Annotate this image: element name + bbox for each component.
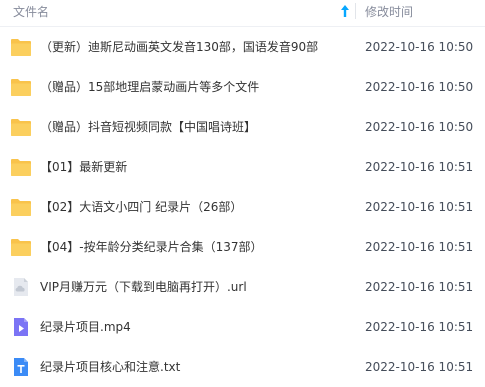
folder-icon <box>11 199 31 216</box>
folder-icon <box>11 39 31 56</box>
folder-icon <box>11 159 31 176</box>
file-modified-time: 2022-10-16 10:51 <box>365 240 474 254</box>
file-name: 【02】大语文小四门 纪录片（26部） <box>40 200 243 214</box>
file-row-video[interactable]: 纪录片项目.mp4 2022-10-16 10:51 <box>0 307 485 347</box>
file-row-url[interactable]: VIP月赚万元（下载到电脑再打开）.url 2022-10-16 10:51 <box>0 267 485 307</box>
file-modified-time: 2022-10-16 10:51 <box>365 160 474 174</box>
file-name: VIP月赚万元（下载到电脑再打开）.url <box>40 280 247 294</box>
file-name: （赠品）15部地理启蒙动画片等多个文件 <box>40 80 260 94</box>
file-modified-time: 2022-10-16 10:50 <box>365 40 474 54</box>
file-row-folder[interactable]: （更新）迪斯尼动画英文发音130部，国语发音90部 2022-10-16 10:… <box>0 27 485 67</box>
file-modified-time: 2022-10-16 10:51 <box>365 280 474 294</box>
folder-icon <box>11 79 31 96</box>
video-file-icon <box>14 318 28 336</box>
file-name: （更新）迪斯尼动画英文发音130部，国语发音90部 <box>40 40 319 54</box>
file-modified-time: 2022-10-16 10:51 <box>365 360 474 374</box>
file-row-folder[interactable]: （赠品）抖音短视频同款【中国唱诗班】 2022-10-16 10:50 <box>0 107 485 147</box>
filename-column-header[interactable]: 文件名 <box>13 3 49 20</box>
file-name: 纪录片项目核心和注意.txt <box>40 360 181 374</box>
folder-icon <box>11 119 31 136</box>
file-name: 【04】-按年龄分类纪录片合集（137部） <box>40 240 263 254</box>
url-file-icon <box>14 278 28 296</box>
file-row-folder[interactable]: 【04】-按年龄分类纪录片合集（137部） 2022-10-16 10:51 <box>0 227 485 267</box>
file-modified-time: 2022-10-16 10:51 <box>365 200 474 214</box>
file-name: （赠品）抖音短视频同款【中国唱诗班】 <box>40 120 257 134</box>
file-modified-time: 2022-10-16 10:51 <box>365 320 474 334</box>
file-row-folder[interactable]: 【02】大语文小四门 纪录片（26部） 2022-10-16 10:51 <box>0 187 485 227</box>
file-modified-time: 2022-10-16 10:50 <box>365 120 474 134</box>
text-file-icon <box>14 358 28 376</box>
folder-icon <box>11 239 31 256</box>
file-name: 纪录片项目.mp4 <box>40 320 131 334</box>
file-name: 【01】最新更新 <box>40 160 128 174</box>
list-header: 文件名 修改时间 <box>0 0 485 27</box>
sort-ascending-arrow-icon[interactable] <box>339 4 351 18</box>
file-row-text[interactable]: 纪录片项目核心和注意.txt 2022-10-16 10:51 <box>0 347 485 387</box>
file-row-folder[interactable]: 【01】最新更新 2022-10-16 10:51 <box>0 147 485 187</box>
file-list: 文件名 修改时间 （更新）迪斯尼动画英文发音130部，国语发音90部 2022-… <box>0 0 485 386</box>
modified-time-column-header[interactable]: 修改时间 <box>365 3 413 20</box>
file-modified-time: 2022-10-16 10:50 <box>365 80 474 94</box>
file-row-folder[interactable]: （赠品）15部地理启蒙动画片等多个文件 2022-10-16 10:50 <box>0 67 485 107</box>
column-divider <box>355 3 356 19</box>
